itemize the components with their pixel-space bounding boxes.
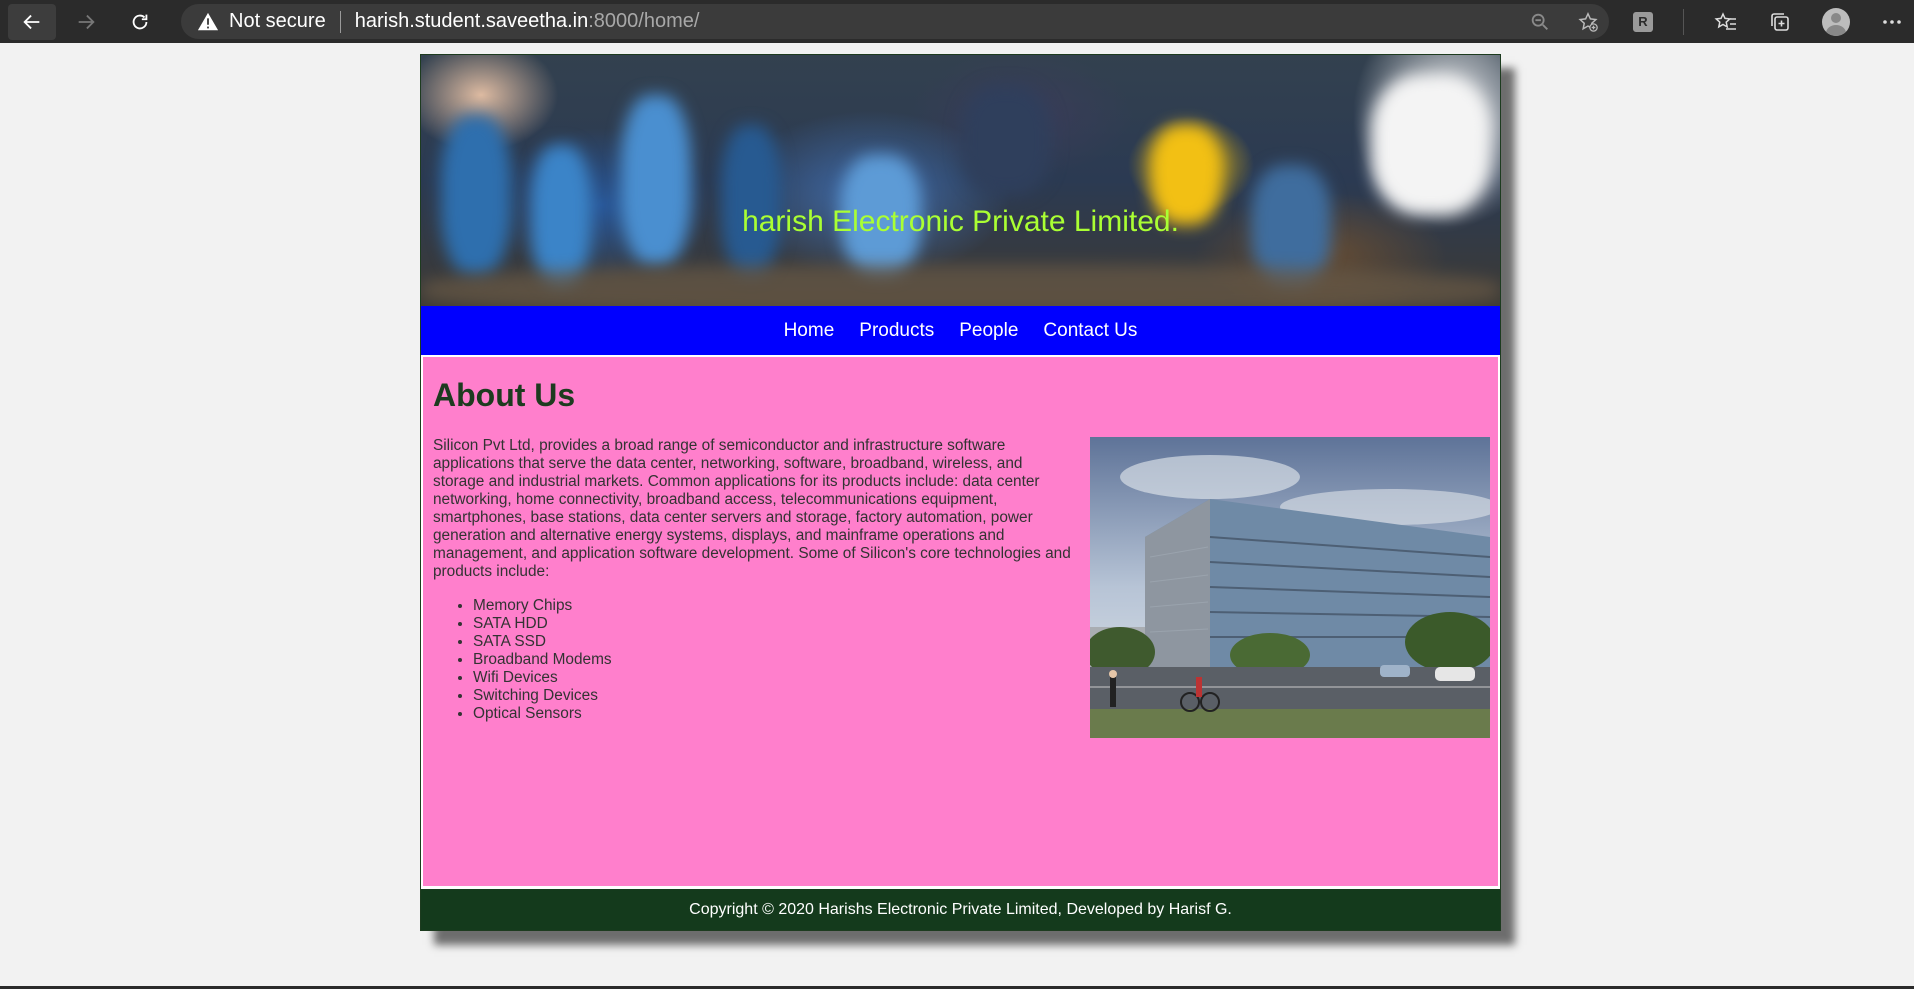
url-path: :8000/home/ (588, 10, 700, 32)
menu-home[interactable]: Home (784, 320, 835, 342)
address-separator (339, 10, 341, 33)
office-building-illustration (1090, 437, 1490, 738)
page-container: harish Electronic Private Limited. Home … (420, 54, 1501, 931)
menu-contact-us[interactable]: Contact Us (1043, 320, 1137, 342)
list-item: Switching Devices (473, 687, 612, 705)
favorites-icon[interactable] (1714, 10, 1738, 34)
list-item: SATA SSD (473, 633, 612, 651)
refresh-icon (132, 14, 148, 29)
security-label[interactable]: Not secure (229, 10, 326, 33)
menu-products[interactable]: Products (859, 320, 934, 342)
product-list: Memory Chips SATA HDD SATA SSD Broadband… (433, 597, 612, 723)
office-building-image (1090, 437, 1490, 738)
menu-people[interactable]: People (959, 320, 1018, 342)
refresh-button[interactable] (116, 4, 164, 40)
url-host: harish.student.saveetha.in (354, 10, 589, 32)
more-icon[interactable] (1880, 10, 1904, 34)
forward-button[interactable] (62, 4, 110, 40)
zoom-out-icon[interactable] (1529, 11, 1551, 33)
list-item: Broadband Modems (473, 651, 612, 669)
list-item: Optical Sensors (473, 705, 612, 723)
collections-icon[interactable] (1768, 10, 1792, 34)
banner-decoration (621, 95, 691, 265)
extension-icon[interactable]: R (1633, 11, 1653, 32)
site-title: harish Electronic Private Limited. (742, 205, 1179, 238)
back-arrow-icon (23, 14, 40, 29)
list-item: Wifi Devices (473, 669, 612, 687)
address-bar[interactable]: Not secure harish.student.saveetha.in:80… (181, 4, 1609, 39)
list-item: SATA HDD (473, 615, 612, 633)
about-paragraph: Silicon Pvt Ltd, provides a broad range … (433, 437, 1071, 580)
banner-image: harish Electronic Private Limited. (421, 55, 1500, 306)
main-menu: Home Products People Contact Us (421, 306, 1500, 355)
banner-decoration (421, 265, 1500, 306)
banner-decoration (1371, 75, 1491, 215)
banner-decoration (961, 85, 1051, 195)
toolbar-divider (1683, 8, 1684, 35)
page-heading: About Us (433, 377, 576, 413)
banner-decoration (441, 115, 511, 275)
warning-icon (197, 12, 219, 30)
about-section: About Us Silicon Pvt Ltd, provides a bro… (422, 356, 1499, 887)
browser-toolbar: Not secure harish.student.saveetha.in:80… (0, 0, 1914, 43)
forward-arrow-icon (78, 14, 95, 29)
profile-avatar[interactable] (1822, 7, 1850, 36)
banner-decoration (721, 125, 781, 275)
back-button[interactable] (8, 3, 56, 40)
list-item: Memory Chips (473, 597, 612, 615)
footer: Copyright © 2020 Harishs Electronic Priv… (421, 889, 1500, 930)
add-favorite-icon[interactable] (1577, 11, 1599, 33)
url-text[interactable]: harish.student.saveetha.in:8000/home/ (355, 10, 700, 33)
